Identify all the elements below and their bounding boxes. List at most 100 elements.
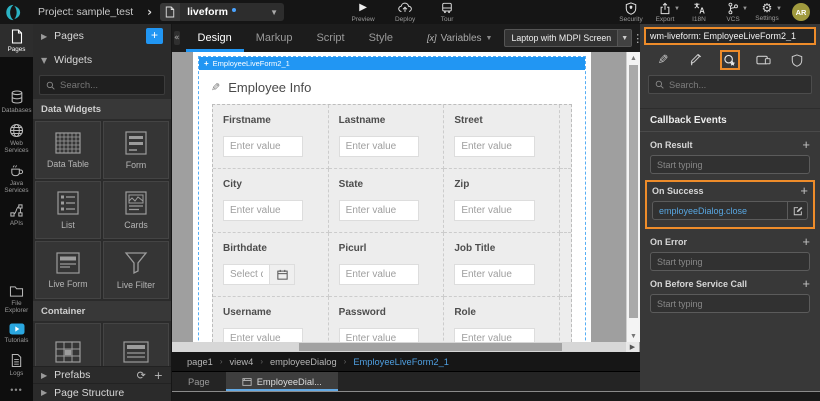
add-page-button[interactable]: + — [146, 28, 163, 44]
widget-search-input[interactable] — [60, 80, 158, 91]
widget-tile-live-form[interactable]: Live Form — [35, 241, 101, 299]
properties-search-input[interactable] — [669, 80, 805, 90]
zip-input[interactable] — [454, 200, 534, 221]
export-button[interactable]: ▼ Export — [648, 2, 682, 23]
selected-liveform-widget[interactable]: + EmployeeLiveForm2_1 ✎ Employee Info Fi… — [198, 56, 586, 342]
device-selector[interactable]: Laptop with MDPI Screen ▼ — [504, 29, 632, 47]
form-grid-gutter — [560, 169, 571, 233]
breadcrumb-employeedialog[interactable]: employeeDialog — [270, 357, 337, 367]
design-canvas[interactable]: + EmployeeLiveForm2_1 ✎ Employee Info Fi… — [172, 52, 640, 352]
properties-search[interactable] — [648, 75, 812, 94]
rail-item-apis[interactable]: APIs — [0, 198, 33, 231]
vertical-scroll-thumb[interactable] — [629, 65, 638, 318]
widget-search[interactable] — [39, 75, 165, 95]
scroll-down-arrow[interactable]: ▼ — [627, 330, 640, 342]
i18n-button[interactable]: A I18N — [682, 2, 716, 23]
collapse-left-panel-button[interactable]: « — [174, 31, 180, 45]
pages-section-header[interactable]: ▶ Pages + — [33, 24, 171, 48]
add-on-before-service-call-action-button[interactable]: + — [802, 278, 810, 289]
security-button[interactable]: Security — [614, 2, 648, 23]
tab-style[interactable]: Style — [357, 24, 405, 52]
refresh-icon[interactable]: ⟳ — [137, 369, 146, 382]
vcs-button[interactable]: ▼ VCS — [716, 2, 750, 23]
widget-tile-layout[interactable] — [103, 323, 169, 366]
preview-button[interactable]: ▶ Preview — [342, 2, 384, 23]
state-input[interactable] — [339, 200, 419, 221]
job-title-input[interactable] — [454, 264, 534, 285]
event-on-success-highlight: On Success + — [645, 180, 815, 229]
add-on-result-action-button[interactable]: + — [802, 139, 810, 150]
properties-tab-icon[interactable]: ✎ — [653, 50, 673, 70]
page-structure-section-header[interactable]: ▶ Page Structure — [33, 383, 171, 401]
lastname-input[interactable] — [339, 136, 419, 157]
page-selector[interactable]: liveform ▼ — [160, 3, 284, 21]
widget-tile-cards[interactable]: Cards — [103, 181, 169, 239]
add-on-error-action-button[interactable]: + — [802, 236, 810, 247]
add-prefab-button[interactable]: + — [154, 369, 163, 382]
horizontal-scroll-thumb[interactable] — [299, 343, 562, 351]
rail-item-databases[interactable]: Databases — [0, 85, 33, 118]
firstname-input[interactable] — [223, 136, 303, 157]
on-before-service-call-input[interactable] — [651, 299, 809, 309]
rail-item-file-explorer[interactable]: File Explorer — [0, 280, 33, 318]
date-picker-button[interactable] — [269, 264, 295, 285]
scroll-right-arrow[interactable]: ▶ — [626, 342, 639, 352]
selected-widget-header: wm-liveform: EmployeeLiveForm2_1 — [644, 27, 816, 45]
widget-tile-form[interactable]: Form — [103, 121, 169, 179]
user-avatar[interactable]: AR — [792, 3, 810, 21]
rail-item-logs[interactable]: Logs — [0, 348, 33, 381]
canvas-vertical-scrollbar[interactable]: ▲ ▼ — [626, 52, 640, 342]
role-input[interactable] — [454, 328, 534, 342]
styles-tab-icon[interactable] — [686, 50, 706, 70]
scroll-up-arrow[interactable]: ▲ — [627, 52, 640, 64]
tour-button[interactable]: Tour — [426, 2, 468, 23]
picurl-input[interactable] — [339, 264, 419, 285]
settings-button[interactable]: ▼ ⚙ Settings — [750, 2, 784, 22]
folder-icon — [9, 285, 24, 298]
tab-design[interactable]: Design — [186, 24, 244, 52]
on-success-input[interactable] — [653, 206, 787, 216]
widget-selection-bar[interactable]: + EmployeeLiveForm2_1 — [199, 57, 585, 70]
birthdate-input[interactable] — [223, 264, 269, 285]
city-input[interactable] — [223, 200, 303, 221]
prefabs-section-header[interactable]: ▶ Prefabs ⟳ + — [33, 366, 171, 383]
street-input[interactable] — [454, 136, 534, 157]
rail-item-web-services[interactable]: Web Services — [0, 118, 33, 158]
widgets-section-header[interactable]: ▼ Widgets — [33, 48, 171, 72]
rail-overflow-button[interactable]: ••• — [0, 381, 33, 401]
tab-page[interactable]: Page — [172, 372, 226, 391]
username-input[interactable] — [223, 328, 303, 342]
project-chevron-icon: › — [147, 5, 152, 19]
widget-tile-data-table[interactable]: Data Table — [35, 121, 101, 179]
widget-tile-live-filter[interactable]: Live Filter — [103, 241, 169, 299]
breadcrumb: page1 › view4 › employeeDialog › Employe… — [172, 352, 640, 371]
on-error-input[interactable] — [651, 257, 809, 267]
device-selector-value: Laptop with MDPI Screen — [505, 33, 617, 43]
password-input[interactable] — [339, 328, 419, 342]
on-result-input[interactable] — [651, 160, 809, 170]
device-tab-icon[interactable] — [754, 50, 774, 70]
rail-item-tutorials[interactable]: Tutorials — [0, 318, 33, 348]
canvas-horizontal-scrollbar[interactable]: ▶ — [172, 342, 626, 352]
edit-on-success-button[interactable] — [787, 202, 807, 219]
add-on-success-action-button[interactable]: + — [800, 185, 808, 196]
tab-markup[interactable]: Markup — [244, 24, 305, 52]
deploy-button[interactable]: Deploy — [384, 2, 426, 23]
field-firstname: Firstname — [213, 105, 329, 169]
rail-label: File Explorer — [0, 300, 33, 314]
breadcrumb-separator: › — [344, 357, 347, 366]
tab-script[interactable]: Script — [304, 24, 356, 52]
events-tab-icon[interactable] — [720, 50, 740, 70]
rail-item-pages[interactable]: Pages — [0, 24, 33, 57]
widget-tile-list[interactable]: List — [35, 181, 101, 239]
rail-item-java-services[interactable]: Java Services — [0, 158, 33, 198]
app-logo-icon[interactable] — [0, 4, 26, 21]
security-tab-icon[interactable] — [787, 50, 807, 70]
tab-employee-dialog[interactable]: EmployeeDial... — [226, 372, 338, 391]
breadcrumb-view4[interactable]: view4 — [230, 357, 254, 367]
breadcrumb-page1[interactable]: page1 — [187, 357, 213, 367]
breadcrumb-current[interactable]: EmployeeLiveForm2_1 — [353, 357, 449, 367]
event-on-success: On Success + — [652, 185, 808, 220]
widget-tile-grid-layout[interactable] — [35, 323, 101, 366]
variables-button[interactable]: [x] Variables ▼ — [427, 33, 492, 44]
